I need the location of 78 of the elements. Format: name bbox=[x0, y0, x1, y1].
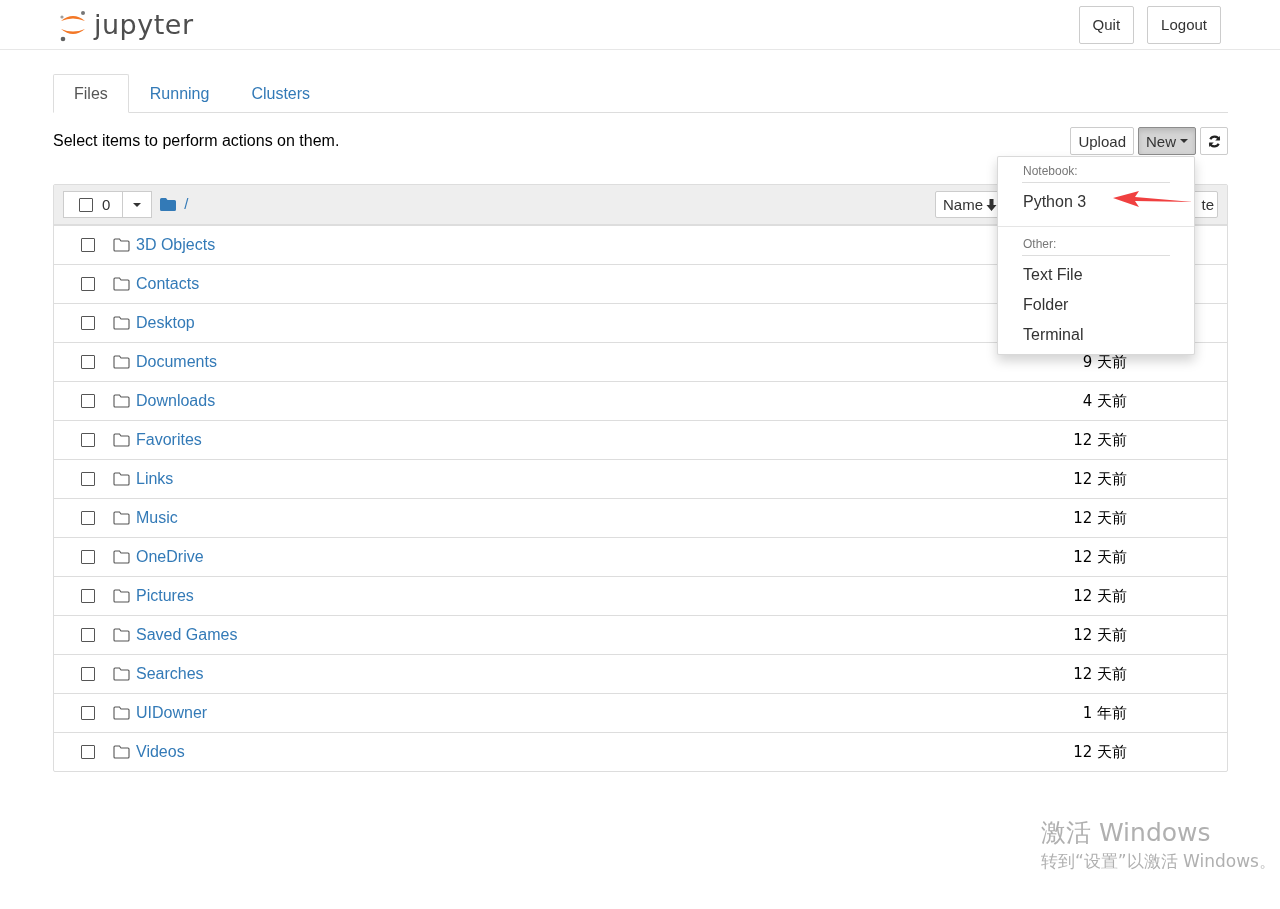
modified-time: 9 天前 bbox=[1082, 352, 1127, 372]
folder-link[interactable]: UIDowner bbox=[136, 704, 208, 722]
menu-item[interactable]: Folder bbox=[998, 290, 1194, 320]
refresh-button[interactable] bbox=[1200, 127, 1228, 155]
tab[interactable]: Files bbox=[53, 74, 129, 113]
tab[interactable]: Running bbox=[128, 74, 231, 113]
checkbox[interactable] bbox=[81, 433, 95, 447]
folder-icon bbox=[113, 667, 130, 681]
checkbox[interactable] bbox=[81, 355, 95, 369]
checkbox[interactable] bbox=[81, 394, 95, 408]
new-button[interactable]: New bbox=[1138, 127, 1196, 155]
folder-link[interactable]: Desktop bbox=[136, 314, 195, 332]
modified-time: 12 天前 bbox=[1073, 547, 1127, 567]
select-all-button[interactable]: 0 bbox=[63, 191, 124, 218]
modified-time: 12 天前 bbox=[1073, 586, 1127, 606]
modified-time: 1 年前 bbox=[1082, 703, 1127, 723]
menu-item[interactable]: Text File bbox=[998, 260, 1194, 290]
menu-heading: Other: bbox=[1022, 236, 1058, 253]
checkbox[interactable] bbox=[81, 277, 95, 291]
folder-link[interactable]: Videos bbox=[136, 743, 185, 761]
activation-text: 转到“设置”以激活 Windows。 bbox=[1041, 850, 1276, 873]
menu-item[interactable]: Terminal bbox=[998, 320, 1194, 350]
dropdown-button[interactable] bbox=[122, 191, 153, 218]
folder-icon bbox=[113, 745, 130, 759]
folder-icon bbox=[113, 511, 130, 525]
modified-time: 12 天前 bbox=[1073, 430, 1127, 450]
modified-time: 12 天前 bbox=[1073, 508, 1127, 528]
folder-icon bbox=[113, 550, 130, 564]
folder-link[interactable]: Documents bbox=[136, 353, 217, 371]
folder-link[interactable]: 3D Objects bbox=[136, 236, 216, 254]
modified-time: 12 天前 bbox=[1073, 625, 1127, 645]
header-button[interactable]: Logout bbox=[1147, 5, 1221, 44]
checkbox[interactable] bbox=[81, 667, 95, 681]
folder-icon bbox=[113, 433, 130, 447]
checkbox[interactable] bbox=[81, 316, 95, 330]
folder-link[interactable]: Pictures bbox=[136, 587, 194, 605]
checkbox[interactable] bbox=[81, 628, 95, 642]
folder-icon bbox=[113, 277, 130, 291]
folder-icon bbox=[113, 316, 130, 330]
folder-icon bbox=[113, 706, 130, 720]
modified-time: 12 天前 bbox=[1073, 469, 1127, 489]
menu-heading: Notebook: bbox=[1022, 163, 1079, 180]
breadcrumb-link[interactable]: / bbox=[184, 194, 189, 212]
modified-time: 4 天前 bbox=[1082, 391, 1127, 411]
folder-icon bbox=[113, 238, 130, 252]
folder-icon bbox=[113, 628, 130, 642]
folder-icon bbox=[113, 472, 130, 486]
folder-link[interactable]: Downloads bbox=[136, 392, 216, 410]
modified-time: 12 天前 bbox=[1073, 742, 1127, 762]
checkbox[interactable] bbox=[81, 238, 95, 252]
refresh-icon bbox=[1207, 134, 1221, 148]
caret-icon bbox=[133, 202, 142, 207]
header-button[interactable]: Quit bbox=[1078, 5, 1135, 44]
folder-link[interactable]: Contacts bbox=[136, 275, 200, 293]
folder-icon bbox=[113, 394, 130, 408]
activation-title: 激活 Windows bbox=[1041, 817, 1212, 849]
folder-link[interactable]: Searches bbox=[136, 665, 204, 683]
checkbox[interactable] bbox=[81, 472, 95, 486]
checkbox[interactable] bbox=[79, 197, 93, 212]
folder-link[interactable]: Music bbox=[136, 509, 178, 527]
hint-text: Select items to perform actions on them. bbox=[53, 132, 340, 150]
checkbox[interactable] bbox=[81, 550, 95, 564]
folder-link[interactable]: Favorites bbox=[136, 431, 202, 449]
checkbox[interactable] bbox=[81, 745, 95, 759]
checkbox[interactable] bbox=[81, 706, 95, 720]
folder-icon bbox=[160, 198, 177, 211]
folder-icon bbox=[113, 589, 130, 603]
checkbox[interactable] bbox=[81, 589, 95, 603]
upload-button[interactable]: Upload bbox=[1070, 127, 1134, 155]
folder-link[interactable]: Links bbox=[136, 470, 174, 488]
checkbox[interactable] bbox=[81, 511, 95, 525]
folder-icon bbox=[113, 355, 130, 369]
arrow-down-icon bbox=[986, 198, 997, 211]
folder-link[interactable]: Saved Games bbox=[136, 626, 238, 644]
logo-text: jupyter bbox=[94, 9, 194, 40]
tab[interactable]: Clusters bbox=[230, 74, 332, 113]
modified-time: 12 天前 bbox=[1073, 664, 1127, 684]
folder-link[interactable]: OneDrive bbox=[136, 548, 204, 566]
